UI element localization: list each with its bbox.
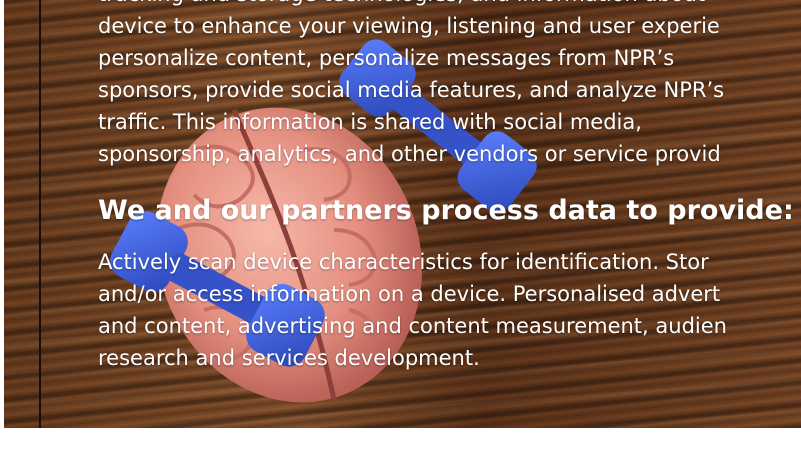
purposes-line: and content, advertising and content mea… [98,314,727,338]
consent-dialog-viewport: tracking and storage technologies, and i… [0,0,801,452]
purposes-heading: We and our partners process data to prov… [98,195,794,226]
intro-line: personalize content, personalize message… [98,46,675,70]
purposes-line: and/or access information on a device. P… [98,282,721,306]
intro-line: device to enhance your viewing, listenin… [98,14,720,38]
purposes-paragraph: Actively scan device characteristics for… [98,246,801,374]
purposes-line: research and services development. [98,346,480,370]
intro-paragraph: tracking and storage technologies, and i… [98,0,801,170]
intro-line: sponsorship, analytics, and other vendor… [98,142,721,166]
bottom-strip [0,428,801,452]
purposes-line: Actively scan device characteristics for… [98,250,709,274]
left-divider [39,0,41,452]
intro-line: tracking and storage technologies, and i… [98,0,801,10]
consent-text-content: tracking and storage technologies, and i… [98,0,801,374]
intro-line: sponsors, provide social media features,… [98,78,725,102]
intro-line: traffic. This information is shared with… [98,110,642,134]
